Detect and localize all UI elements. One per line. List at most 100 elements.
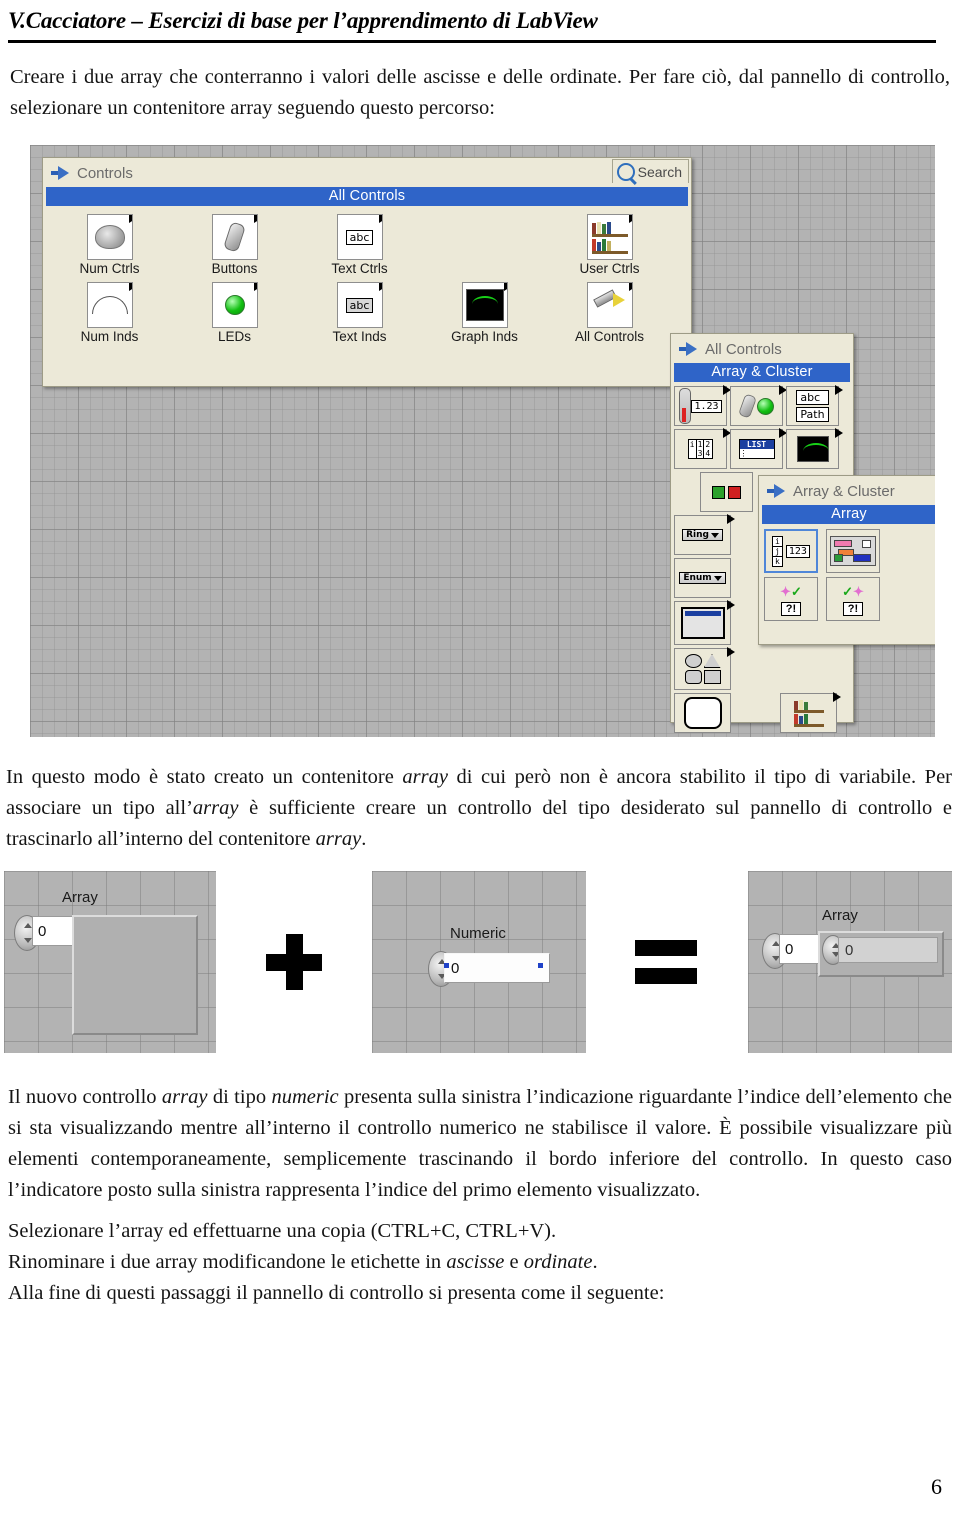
palette-item-label: User Ctrls: [579, 261, 640, 276]
palette-item-label: All Controls: [574, 329, 645, 344]
ring-icon[interactable]: Ring: [674, 514, 735, 555]
string-path-icon[interactable]: abc Path: [786, 385, 843, 426]
array-icon[interactable]: i j k 123: [764, 529, 818, 573]
controls-palette-window[interactable]: Controls Search All Controls Num Ctrls B…: [42, 157, 692, 387]
palette-item-label: Text Ctrls: [331, 261, 388, 276]
pin-icon[interactable]: [51, 165, 70, 181]
numeric-label: Numeric: [450, 925, 506, 942]
array-cluster-body: i j k 123 ✦✓ ?! ✓✦ ?!: [759, 526, 935, 628]
array-cluster-palette-window[interactable]: Array & Cluster Array i j k 123 ✦✓ ?! ✓✦…: [758, 475, 935, 645]
decorations-icon[interactable]: [674, 647, 735, 690]
middle-text-4: array: [192, 797, 239, 819]
step-2-a: Rinominare i due array modificandone le …: [8, 1251, 447, 1273]
intro-paragraph: Creare i due array che conterranno i val…: [10, 62, 950, 124]
header-divider: [8, 40, 936, 43]
cluster-icon[interactable]: [826, 529, 880, 573]
array-cluster-row-2: ✦✓ ?! ✓✦ ?!: [764, 577, 934, 621]
boolean-led-icon[interactable]: [730, 385, 787, 426]
error-out-icon[interactable]: ✓✦ ?!: [826, 577, 880, 621]
page-number: 6: [931, 1474, 942, 1499]
array-index-value[interactable]: 0: [32, 916, 73, 946]
palette-item-label: Num Ctrls: [79, 261, 140, 276]
array-cluster-titlebar: Array & Cluster: [759, 476, 935, 504]
array-index-value[interactable]: 0: [779, 934, 820, 964]
pin-icon[interactable]: [767, 483, 786, 499]
array-element-value[interactable]: 0: [838, 937, 938, 963]
selection-handle[interactable]: [538, 963, 543, 968]
chevron-right-icon: [727, 647, 735, 657]
step-2-e: .: [592, 1251, 598, 1273]
front-panel-array-empty: Array 0: [4, 871, 216, 1053]
chevron-right-icon: [378, 215, 382, 223]
all-controls-title: All Controls: [705, 340, 782, 358]
chevron-right-icon: [378, 283, 382, 291]
all-controls-banner: Array & Cluster: [674, 363, 850, 382]
step-line-3: Alla fine di questi passaggi il pannello…: [8, 1282, 665, 1304]
error-in-icon[interactable]: ✦✓ ?!: [764, 577, 818, 621]
ring-label: Ring: [686, 530, 709, 540]
front-panel-array-filled: Array 0 0: [748, 871, 952, 1053]
bottom-text-4: numeric: [271, 1086, 339, 1108]
palette-item-buttons[interactable]: Buttons: [172, 212, 297, 276]
containers-icon[interactable]: [674, 600, 735, 645]
array-cluster-banner: Array: [762, 505, 935, 524]
palette-item-label: LEDs: [217, 329, 251, 344]
bookshelf-icon: [586, 214, 633, 260]
bottom-paragraph: Il nuovo controllo array di tipo numeric…: [8, 1082, 952, 1206]
error-question-label: ?!: [780, 601, 802, 616]
bottom-text-1: Il nuovo controllo: [8, 1086, 162, 1108]
step-2-c: e: [504, 1251, 524, 1273]
listbox-icon[interactable]: LIST ⋮: [730, 428, 787, 469]
search-label: Search: [637, 163, 682, 180]
palette-item-graph-inds[interactable]: Graph Inds: [422, 280, 547, 344]
numeric-value-label: 1.23: [691, 399, 722, 413]
selection-handle[interactable]: [444, 963, 449, 968]
middle-text-6: array: [315, 828, 362, 850]
dialog-icon[interactable]: [674, 693, 731, 733]
graph-icon[interactable]: [786, 428, 843, 469]
list-label: LIST: [739, 440, 774, 449]
bottom-text-3: di tipo: [207, 1086, 272, 1108]
chevron-right-icon: [835, 428, 843, 438]
enum-icon[interactable]: Enum: [674, 558, 731, 598]
palette-item-text-ctrls[interactable]: abc Text Ctrls: [297, 212, 422, 276]
numeric-value-field[interactable]: 0: [444, 953, 550, 983]
document-page: V.Cacciatore – Esercizi di base per l’ap…: [0, 0, 960, 1518]
chevron-right-icon: [727, 514, 735, 524]
chevron-right-icon: [503, 283, 507, 291]
array-element-container[interactable]: [72, 915, 198, 1035]
controls-palette-body: Num Ctrls Buttons abc Text Ctrls User Ct…: [43, 208, 691, 352]
array-index-i: i: [773, 536, 782, 547]
equals-operator: [618, 871, 714, 1053]
bottom-text-2: array: [161, 1086, 208, 1108]
equals-icon: [635, 940, 697, 984]
array-value-label: 123: [785, 544, 810, 558]
array-cluster-icon[interactable]: i 1 2 3 4: [674, 428, 731, 469]
wrench-icon: [586, 282, 633, 328]
pin-icon[interactable]: [679, 341, 698, 357]
io-icon[interactable]: [700, 472, 753, 512]
palette-item-num-inds[interactable]: Num Inds: [47, 280, 172, 344]
front-panel-numeric: Numeric 0: [372, 871, 586, 1053]
chevron-right-icon: [128, 283, 132, 291]
palette-item-user-ctrls[interactable]: User Ctrls: [547, 212, 672, 276]
array-index-j: j: [773, 546, 782, 557]
error-question-label: ?!: [842, 601, 864, 616]
controls-palette-title: Controls: [77, 164, 133, 182]
palette-item-num-ctrls[interactable]: Num Ctrls: [47, 212, 172, 276]
chevron-right-icon: [727, 600, 735, 610]
steps-paragraph: Selezionare l’array ed effettuarne una c…: [8, 1216, 952, 1309]
middle-text-1: In questo modo è stato creato un conteni…: [6, 766, 403, 788]
chevron-right-icon: [253, 215, 257, 223]
numeric-123-icon[interactable]: 1.23: [674, 385, 731, 426]
palette-item-label: Buttons: [211, 261, 258, 276]
user-ctrls-shelf-icon[interactable]: [780, 692, 841, 733]
palette-item-all-controls[interactable]: All Controls: [547, 280, 672, 344]
search-button[interactable]: Search: [611, 159, 689, 183]
array-label: Array: [62, 889, 98, 906]
step-2-b: ascisse: [446, 1251, 505, 1273]
waveform-graph-icon: [461, 282, 508, 328]
plus-icon: [266, 934, 322, 990]
palette-item-text-inds[interactable]: abc Text Inds: [297, 280, 422, 344]
palette-item-leds[interactable]: LEDs: [172, 280, 297, 344]
